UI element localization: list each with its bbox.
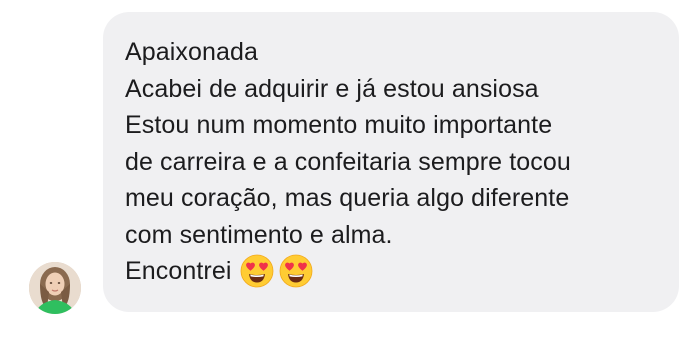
message-row: Apaixonada Acabei de adquirir e já estou… — [0, 0, 700, 343]
message-line-7: Encontrei — [125, 253, 659, 290]
message-line-3: Estou num momento muito importante — [125, 111, 553, 139]
message-line-5: meu coração, mas queria algo diferente — [125, 184, 570, 212]
message-line-6: com sentimento e alma. — [125, 220, 393, 249]
message-line-1: Apaixonada — [125, 38, 259, 66]
message-bubble[interactable]: Apaixonada Acabei de adquirir e já estou… — [103, 12, 679, 312]
message-line-4: de carreira e a confeitaria sempre tocou — [125, 147, 571, 176]
avatar[interactable] — [29, 262, 81, 314]
message-line-7-text: Encontrei — [125, 257, 232, 285]
message-line-2: Acabei de adquirir e já estou ansiosa — [125, 74, 539, 103]
avatar-photo — [29, 262, 81, 314]
heart-eyes-emoji-icon — [240, 254, 274, 288]
heart-eyes-emoji-icon — [279, 254, 313, 288]
